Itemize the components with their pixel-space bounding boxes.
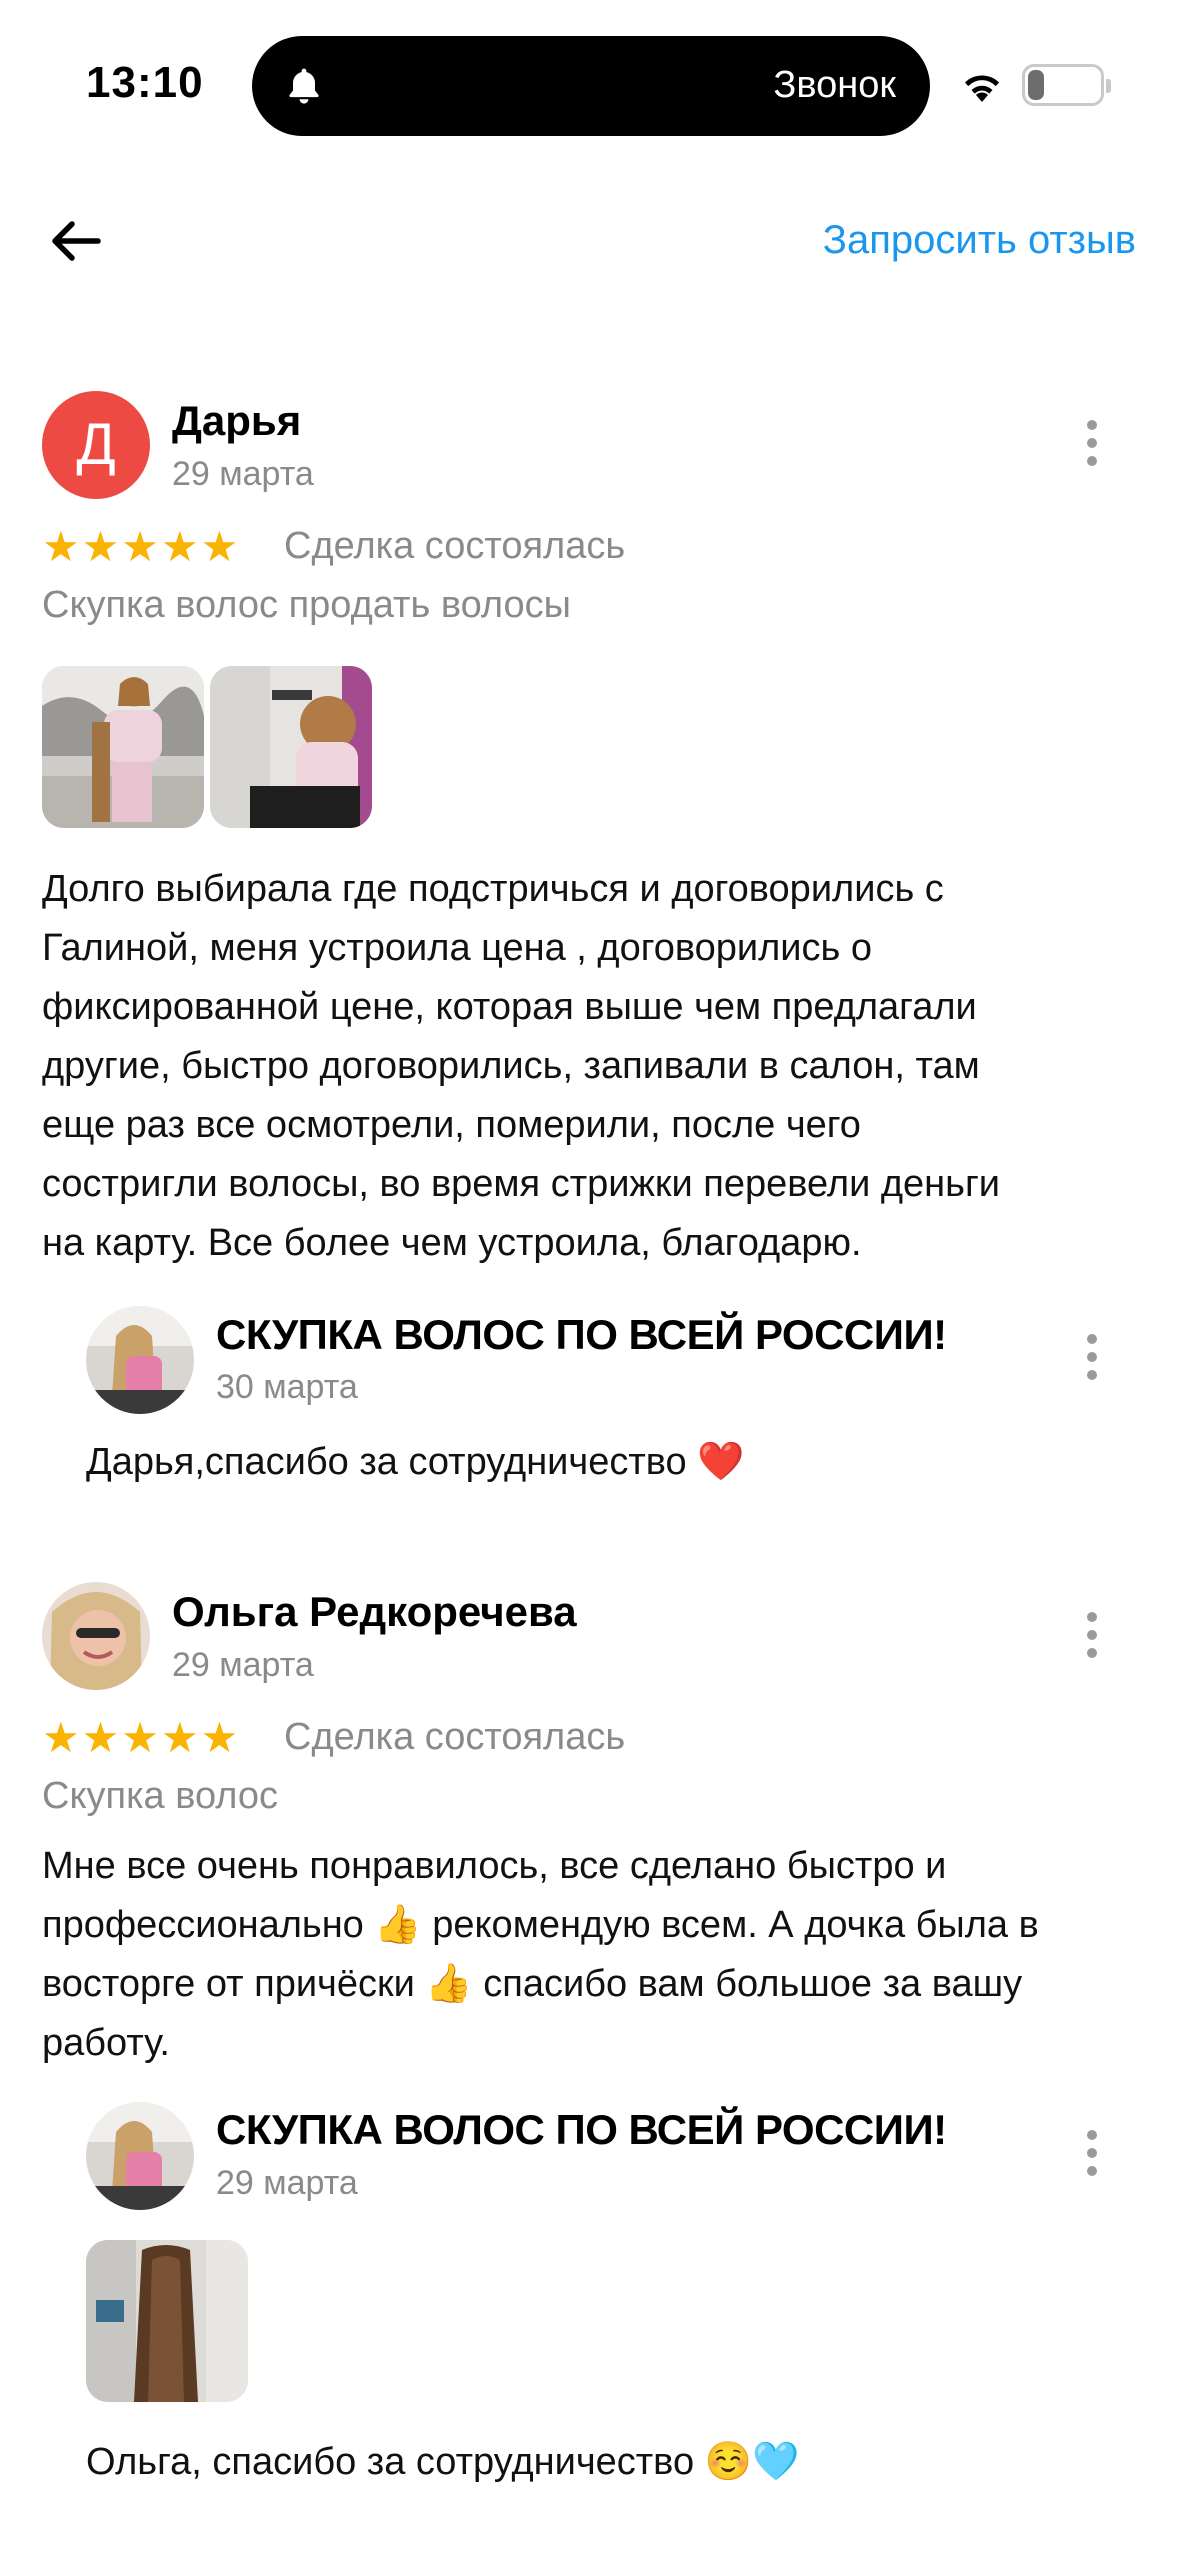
status-bar: 13:10 Звонок 21 — [0, 0, 1178, 170]
avatar[interactable]: Д — [42, 391, 150, 499]
review-text-line: работу. — [42, 2022, 170, 2064]
service-name: Скупка волос продать волосы — [42, 584, 571, 626]
battery-level: 21 — [1047, 69, 1079, 100]
more-options-icon[interactable] — [1082, 1612, 1102, 1662]
review-text: Мне все очень понравилось, все сделано б… — [42, 1837, 1152, 2073]
more-options-icon[interactable] — [1082, 420, 1102, 470]
reply-date: 30 марта — [216, 1368, 358, 1406]
more-options-icon[interactable] — [1082, 2130, 1102, 2180]
review-text-line: Долго выбирала где подстричься и договор… — [42, 868, 944, 910]
review-photo[interactable] — [42, 666, 204, 828]
review-text-line: Галиной, меня устроила цена , договорили… — [42, 927, 873, 969]
seller-avatar[interactable] — [86, 2102, 194, 2210]
request-review-button[interactable]: Запросить отзыв — [823, 218, 1136, 263]
wifi-icon — [965, 75, 999, 102]
status-time: 13:10 — [86, 58, 204, 107]
arrow-left-icon[interactable] — [40, 206, 110, 276]
seller-name[interactable]: СКУПКА ВОЛОС ПО ВСЕЙ РОССИИ! — [216, 2106, 947, 2154]
dynamic-island-call[interactable]: Звонок — [252, 36, 930, 136]
review-text-line: восторге от причёски 👍 спасибо вам больш… — [42, 1963, 1023, 2005]
review-author-name[interactable]: Ольга Редкоречева — [172, 1588, 577, 1636]
call-label: Звонок — [773, 64, 896, 106]
review-text-line: другие, быстро договорились, запивали в … — [42, 1045, 980, 1087]
rating-stars: ★★★★★ — [42, 1714, 241, 1761]
deal-status: Сделка состоялась — [284, 525, 626, 567]
reply-date: 29 марта — [216, 2164, 358, 2202]
review-date: 29 марта — [172, 455, 314, 493]
review-text: Долго выбирала где подстричься и договор… — [42, 860, 1152, 1273]
service-name: Скупка волос — [42, 1775, 279, 1817]
seller-name[interactable]: СКУПКА ВОЛОС ПО ВСЕЙ РОССИИ! — [216, 1311, 947, 1359]
reply-text: Ольга, спасибо за сотрудничество ☺️🩵 — [86, 2441, 800, 2483]
review-text-line: профессионально 👍 рекомендую всем. А доч… — [42, 1904, 1039, 1946]
rating-stars: ★★★★★ — [42, 523, 241, 570]
review-text-line: на карту. Все более чем устроила, благод… — [42, 1222, 862, 1264]
battery-nub — [1106, 79, 1111, 93]
reply-text: Дарья,спасибо за сотрудничество ❤️ — [86, 1441, 745, 1483]
reply-photo[interactable] — [86, 2240, 248, 2402]
review-photo[interactable] — [210, 666, 372, 828]
review-date: 29 марта — [172, 1646, 314, 1684]
review-text-line: фиксированной цене, которая выше чем пре… — [42, 986, 977, 1028]
seller-avatar[interactable] — [86, 1306, 194, 1414]
review-author-name[interactable]: Дарья — [172, 397, 301, 445]
battery-indicator: 21 — [1022, 64, 1111, 106]
more-options-icon[interactable] — [1082, 1334, 1102, 1384]
review-text-line: состригли волосы, во время стрижки перев… — [42, 1163, 1001, 1205]
deal-status: Сделка состоялась — [284, 1716, 626, 1758]
review-text-line: Мне все очень понравилось, все сделано б… — [42, 1845, 947, 1887]
reviews-screen: 13:10 Звонок 21 Запросить отзыв Д Дарья … — [0, 0, 1178, 2560]
review-text-line: еще раз все осмотрели, померили, после ч… — [42, 1104, 861, 1146]
avatar[interactable] — [42, 1582, 150, 1690]
bell-icon — [289, 68, 319, 104]
